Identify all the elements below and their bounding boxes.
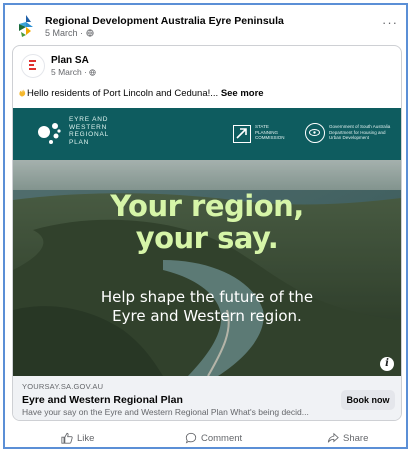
globe-icon [89,69,96,76]
sa-government-text: Government of South Australia Department… [329,124,391,140]
comment-icon [185,432,197,444]
link-description: Have your say on the Eyre and Western Re… [22,407,309,417]
link-preview[interactable]: YOURSAY.SA.GOV.AU Eyre and Western Regio… [13,376,401,420]
link-domain: YOURSAY.SA.GOV.AU [22,382,104,391]
see-more-link[interactable]: See more [221,88,264,99]
state-planning-commission-logo-icon [233,125,251,143]
ad-subheadline-line-2: Eyre and Western region. [112,307,302,325]
facebook-post-card: Regional Development Australia Eyre Peni… [3,3,408,449]
waving-hand-icon [19,89,26,97]
ad-headline: Your region, your say. [13,190,401,254]
post-actions-bar: Like Comment Share [5,425,406,449]
comment-label: Comment [201,432,243,444]
logo-line-3: REGIONAL [69,131,109,138]
ad-subheadline-line-1: Help shape the future of the [100,288,314,306]
sa-government-crest-icon [305,123,325,143]
share-label: Share [343,432,369,444]
ad-image[interactable]: EYRE AND WESTERN REGIONAL PLAN STATE PLA… [13,108,401,376]
link-title[interactable]: Eyre and Western Regional Plan [22,394,183,406]
logo-line-4: PLAN [69,138,90,146]
share-icon [327,432,339,443]
ad-headline-line-2: your say. [135,221,279,255]
regional-plan-logo-text: EYRE AND WESTERN REGIONAL PLAN [69,116,139,146]
shared-post-timestamp[interactable]: 5 March · [51,67,96,77]
post-date[interactable]: 5 March · [45,28,86,38]
plan-sa-avatar[interactable] [21,54,45,78]
post-timestamp[interactable]: 5 March · [45,28,94,38]
regional-plan-logo-icon [38,123,61,144]
thumbs-up-icon [61,432,73,444]
book-now-button[interactable]: Book now [341,390,395,410]
plan-sa-logo-icon [29,60,36,70]
rda-eyre-peninsula-avatar[interactable] [13,13,39,39]
ad-banner: EYRE AND WESTERN REGIONAL PLAN STATE PLA… [13,108,401,160]
page-name[interactable]: Regional Development Australia Eyre Peni… [45,15,284,27]
more-options-button[interactable]: ··· [382,15,398,30]
shared-post-author[interactable]: Plan SA [51,55,89,66]
shared-post: Plan SA 5 March · Hello residents of Por… [12,45,402,421]
info-icon[interactable]: i [380,357,394,371]
logo-line-2: WESTERN [69,123,108,131]
shared-post-text: Hello residents of Port Lincoln and Cedu… [18,88,264,99]
logo-line-1: EYRE AND [69,116,109,123]
state-planning-commission-text: STATE PLANNING COMMISSION [255,124,285,140]
post-header: Regional Development Australia Eyre Peni… [13,11,398,41]
like-label: Like [77,432,95,444]
shared-post-header: Plan SA 5 March · [21,52,321,78]
like-button[interactable]: Like [61,429,94,447]
share-button[interactable]: Share [327,429,368,447]
ad-subheadline: Help shape the future of the Eyre and We… [13,288,401,326]
globe-icon [85,29,94,37]
ad-headline-line-1: Your region, [110,189,304,223]
shared-post-body: Hello residents of Port Lincoln and Cedu… [27,88,221,99]
shared-post-date[interactable]: 5 March · [51,67,89,77]
comment-button[interactable]: Comment [185,429,242,447]
